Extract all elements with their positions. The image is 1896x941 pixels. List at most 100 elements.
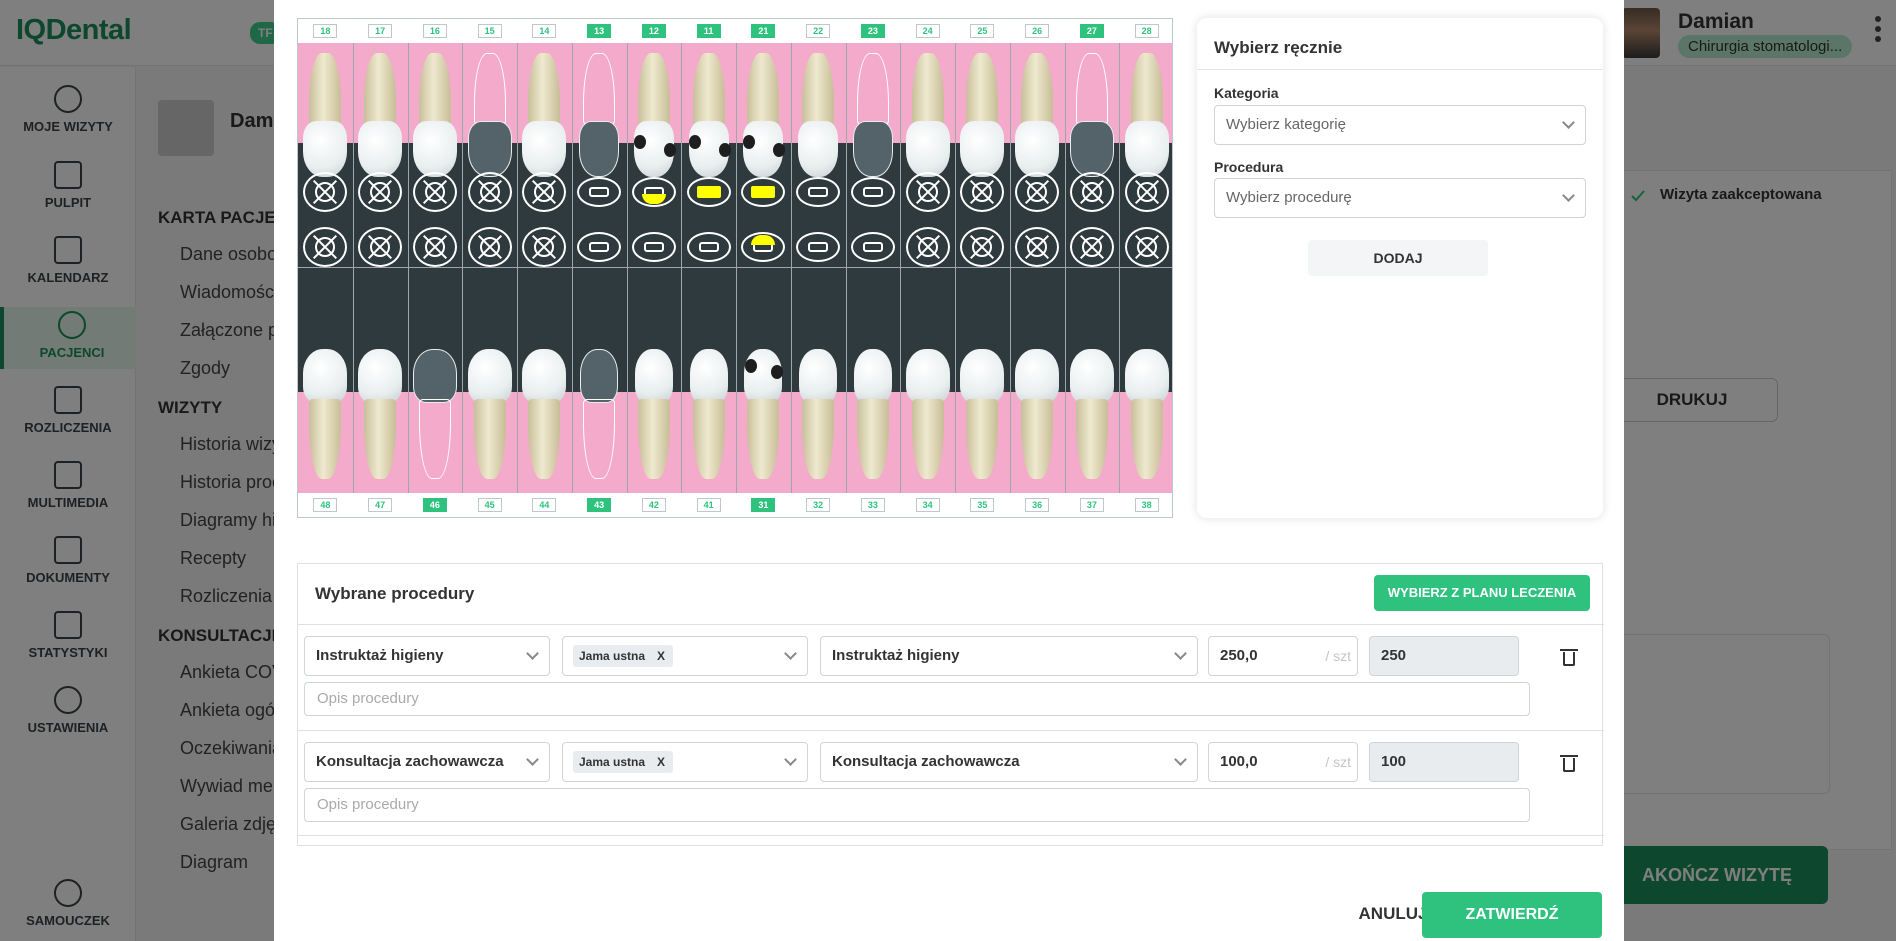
tooth-root-upper[interactable] — [1075, 53, 1108, 125]
tooth-crown-upper[interactable] — [303, 121, 348, 177]
tooth-root-lower[interactable] — [911, 399, 944, 479]
tooth-number[interactable]: 42 — [641, 498, 666, 512]
tooth-surface-icon[interactable] — [577, 172, 622, 212]
add-button[interactable]: DODAJ — [1308, 240, 1488, 276]
tooth-number[interactable]: 47 — [368, 498, 393, 512]
tooth-root-lower[interactable] — [418, 399, 451, 479]
tooth-surface-icon[interactable] — [960, 227, 1005, 267]
tooth-crown-lower[interactable] — [580, 349, 619, 403]
tooth-number[interactable]: 18 — [313, 24, 338, 38]
tooth-surface-icon[interactable] — [522, 172, 567, 212]
remove-tag-icon[interactable]: X — [657, 645, 665, 667]
remove-tag-icon[interactable]: X — [657, 751, 665, 773]
tooth-surface-icon[interactable] — [1069, 172, 1114, 212]
tooth-number[interactable]: 22 — [806, 24, 831, 38]
category-select[interactable]: Wybierz kategorię — [1214, 105, 1586, 145]
tooth-root-upper[interactable] — [1021, 53, 1054, 125]
tooth-number[interactable]: 33 — [860, 498, 885, 512]
tooth-root-upper[interactable] — [418, 53, 451, 125]
tooth-number[interactable]: 43 — [587, 498, 612, 512]
tooth-root-upper[interactable] — [473, 53, 506, 125]
tooth-number[interactable]: 12 — [641, 24, 666, 38]
tooth-surface-icon[interactable] — [358, 227, 403, 267]
tooth-number[interactable]: 37 — [1079, 498, 1104, 512]
tooth-surface-icon[interactable] — [467, 227, 512, 267]
tooth-crown-upper[interactable] — [960, 121, 1005, 177]
tooth-root-lower[interactable] — [856, 399, 889, 479]
tooth-number[interactable]: 31 — [751, 498, 776, 512]
tooth-root-upper[interactable] — [364, 53, 397, 125]
tooth-number[interactable]: 35 — [970, 498, 995, 512]
tooth-crown-lower[interactable] — [853, 349, 892, 403]
tooth-number[interactable]: 46 — [422, 498, 447, 512]
tooth-root-lower[interactable] — [637, 399, 670, 479]
tooth-number[interactable]: 16 — [422, 24, 447, 38]
tooth-surface-icon[interactable] — [412, 172, 457, 212]
tooth-root-lower[interactable] — [692, 399, 725, 479]
tooth-number[interactable]: 26 — [1025, 24, 1050, 38]
tooth-crown-lower[interactable] — [467, 349, 512, 403]
select-from-plan-button[interactable]: WYBIERZ Z PLANU LECZENIA — [1374, 575, 1590, 611]
tooth-number[interactable]: 17 — [368, 24, 393, 38]
tooth-crown-upper[interactable] — [852, 121, 893, 177]
tooth-crown-lower[interactable] — [1069, 349, 1114, 403]
tooth-surface-icon[interactable] — [686, 227, 731, 267]
tooth-number[interactable]: 41 — [696, 498, 721, 512]
price-input[interactable]: 250,0 / szt — [1208, 636, 1358, 676]
tooth-surface-icon[interactable] — [741, 227, 786, 267]
tooth-crown-lower[interactable] — [522, 349, 567, 403]
tooth-number[interactable]: 32 — [806, 498, 831, 512]
tooth-crown-upper[interactable] — [579, 121, 620, 177]
tooth-surface-icon[interactable] — [796, 172, 841, 212]
tooth-surface-icon[interactable] — [303, 227, 348, 267]
tooth-number[interactable]: 23 — [860, 24, 885, 38]
tooth-number[interactable]: 27 — [1079, 24, 1104, 38]
tooth-crown-upper[interactable] — [522, 121, 567, 177]
tooth-crown-lower[interactable] — [1015, 349, 1060, 403]
tooth-surface-icon[interactable] — [1015, 227, 1060, 267]
tooth-crown-lower[interactable] — [412, 349, 457, 403]
tooth-crown-lower[interactable] — [960, 349, 1005, 403]
tooth-root-upper[interactable] — [637, 53, 670, 125]
tooth-number[interactable]: 48 — [313, 498, 338, 512]
tooth-crown-upper[interactable] — [467, 121, 512, 177]
procedure-description-input[interactable]: Opis procedury — [304, 788, 1530, 822]
price-input[interactable]: 100,0 / szt — [1208, 742, 1358, 782]
tooth-number[interactable]: 34 — [915, 498, 940, 512]
tooth-surface-icon[interactable] — [631, 172, 676, 212]
tooth-crown-upper[interactable] — [412, 121, 457, 177]
tooth-surface-icon[interactable] — [412, 227, 457, 267]
procedure-select[interactable]: Wybierz procedurę — [1214, 178, 1586, 218]
tooth-crown-lower[interactable] — [634, 349, 673, 403]
trash-icon[interactable] — [1560, 648, 1578, 666]
procedure-area-select[interactable]: Jama ustna X — [562, 636, 808, 676]
tooth-root-upper[interactable] — [692, 53, 725, 125]
tooth-number[interactable]: 25 — [970, 24, 995, 38]
tooth-number[interactable]: 28 — [1134, 24, 1159, 38]
tooth-surface-icon[interactable] — [905, 172, 950, 212]
tooth-number[interactable]: 24 — [915, 24, 940, 38]
tooth-number[interactable]: 38 — [1134, 498, 1159, 512]
tooth-surface-icon[interactable] — [1015, 172, 1060, 212]
procedure-name-select[interactable]: Instruktaż higieny — [820, 636, 1198, 676]
tooth-number[interactable]: 13 — [587, 24, 612, 38]
tooth-number[interactable]: 11 — [696, 24, 721, 38]
tooth-crown-upper[interactable] — [905, 121, 950, 177]
tooth-crown-upper[interactable] — [798, 121, 839, 177]
confirm-button[interactable]: ZATWIERDŹ — [1422, 892, 1602, 938]
tooth-surface-icon[interactable] — [358, 172, 403, 212]
tooth-surface-icon[interactable] — [522, 227, 567, 267]
tooth-crown-upper[interactable] — [358, 121, 403, 177]
procedure-category-select[interactable]: Konsultacja zachowawcza — [304, 742, 550, 782]
tooth-surface-icon[interactable] — [686, 172, 731, 212]
tooth-surface-icon[interactable] — [467, 172, 512, 212]
tooth-number[interactable]: 15 — [477, 24, 502, 38]
tooth-crown-upper[interactable] — [1069, 121, 1114, 177]
tooth-crown-lower[interactable] — [905, 349, 950, 403]
tooth-surface-icon[interactable] — [850, 227, 895, 267]
tooth-root-lower[interactable] — [1075, 399, 1108, 479]
tooth-surface-icon[interactable] — [631, 227, 676, 267]
tooth-surface-icon[interactable] — [1124, 172, 1169, 212]
tooth-surface-icon[interactable] — [796, 227, 841, 267]
tooth-surface-icon[interactable] — [577, 227, 622, 267]
